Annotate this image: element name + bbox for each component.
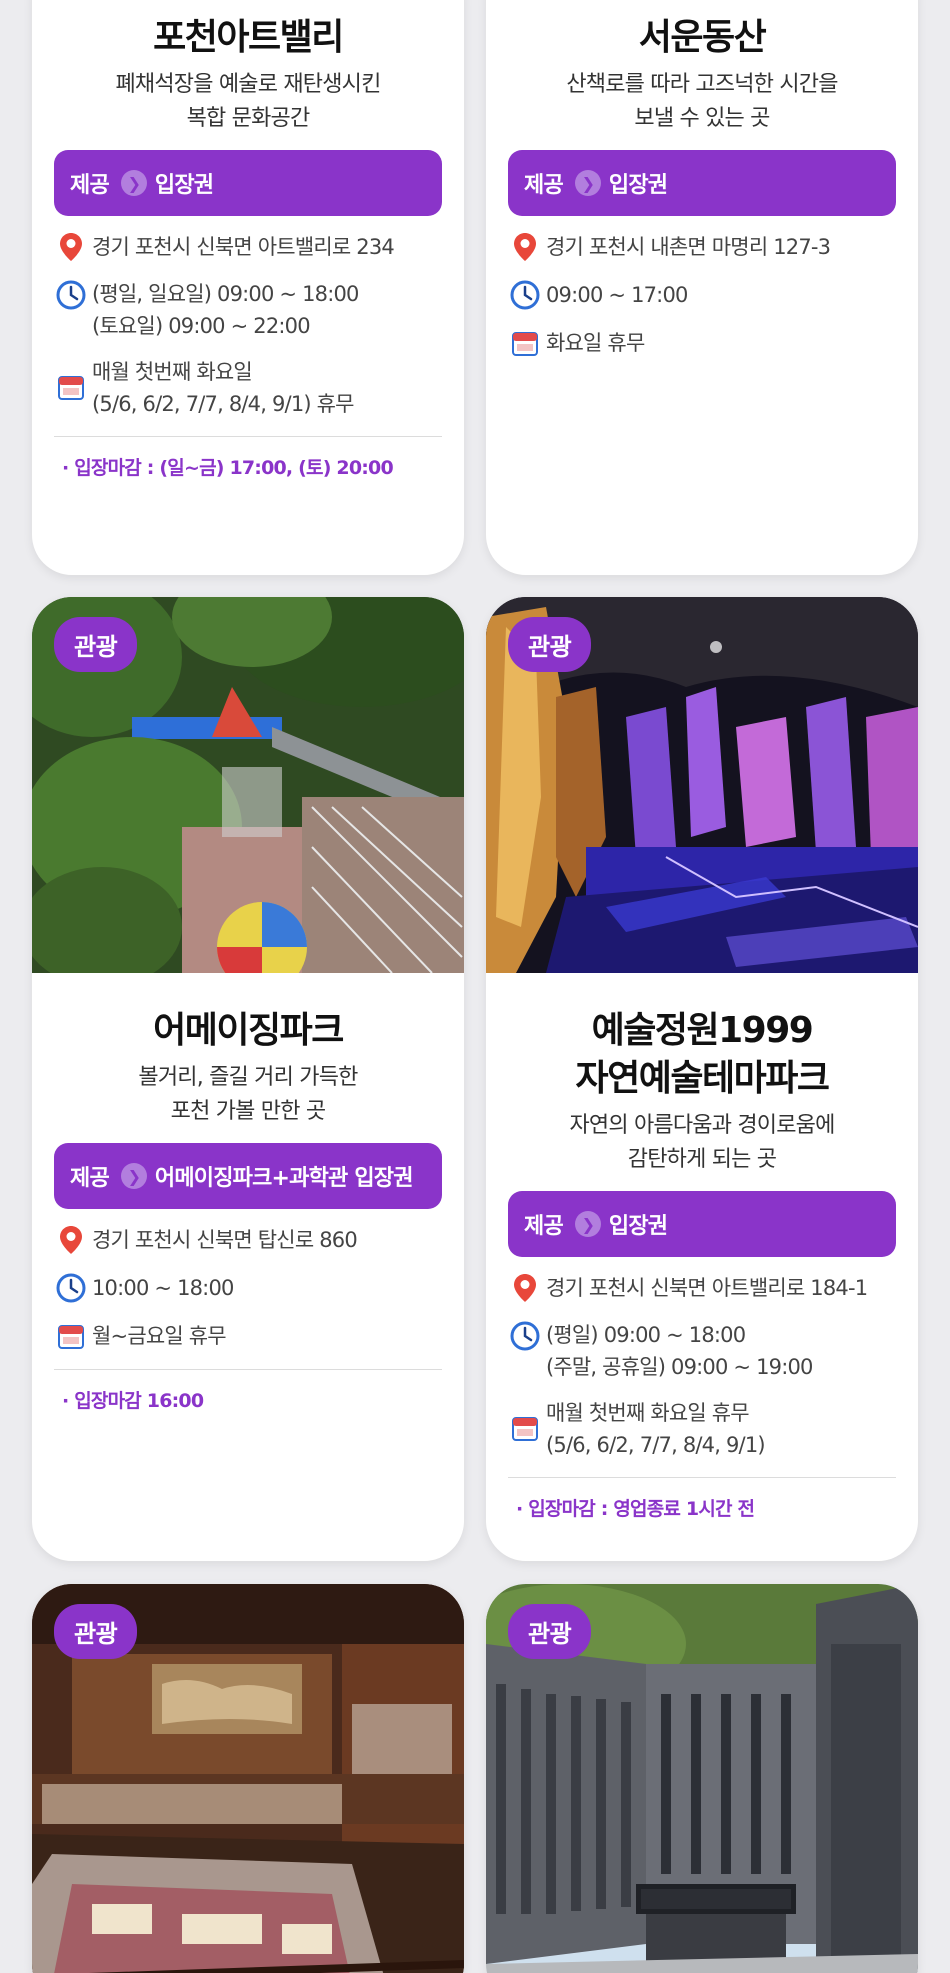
- calendar-icon: [508, 1411, 542, 1445]
- attraction-card-geopark-center[interactable]: 관광: [486, 1584, 918, 1973]
- hours-text: (평일, 일요일) 09:00 ~ 18:00 (토요일) 09:00 ~ 22…: [92, 282, 359, 338]
- closed-row: 월~금요일 휴무: [54, 1319, 442, 1353]
- hours-text: 09:00 ~ 17:00: [546, 283, 688, 307]
- closed-row: 매월 첫번째 화요일 (5/6, 6/2, 7/7, 8/4, 9/1) 휴무: [54, 356, 442, 420]
- offer-label: 제공: [70, 1166, 110, 1191]
- hours-row: 09:00 ~ 17:00: [508, 278, 896, 312]
- chevron-right-icon: ❯: [120, 1163, 147, 1189]
- attraction-card-seoun-park[interactable]: 서운동산 산책로를 따라 고즈넉한 시간을 보낼 수 있는 곳 제공 ❯ 입장권…: [486, 0, 918, 575]
- closed-text: 화요일 휴무: [546, 331, 645, 355]
- attraction-photo: 관광: [32, 597, 464, 973]
- offer-value: 입장권: [154, 173, 214, 198]
- card-description: 자연의 아름다움과 경이로움에 감탄하게 되는 곳: [569, 1113, 835, 1172]
- address-text: 경기 포천시 신북면 탑신로 860: [92, 1228, 358, 1252]
- location-pin-icon: [54, 230, 88, 264]
- clock-icon: [54, 278, 88, 312]
- offer-banner: 제공 ❯ 입장권: [508, 1191, 896, 1257]
- address-row: 경기 포천시 신북면 아트밸리로 234: [54, 230, 442, 264]
- divider: [508, 1477, 896, 1478]
- attraction-grid: 포천아트밸리 폐채석장을 예술로 재탄생시킨 복합 문화공간 제공 ❯ 입장권 …: [0, 0, 950, 1973]
- attraction-photo: 관광: [486, 1584, 918, 1973]
- hours-text: (평일) 09:00 ~ 18:00 (주말, 공휴일) 09:00 ~ 19:…: [546, 1323, 813, 1379]
- address-text: 경기 포천시 신북면 아트밸리로 234: [92, 235, 395, 259]
- attraction-card-museum[interactable]: 관광: [32, 1584, 464, 1973]
- card-title: 포천아트밸리: [153, 17, 344, 58]
- offer-banner: 제공 ❯ 입장권: [54, 150, 442, 216]
- address-text: 경기 포천시 신북면 아트밸리로 184-1: [546, 1276, 868, 1300]
- card-description: 산책로를 따라 고즈넉한 시간을 보낼 수 있는 곳: [566, 72, 838, 131]
- offer-label: 제공: [524, 173, 564, 198]
- offer-banner: 제공 ❯ 어메이징파크+과학관 입장권: [54, 1143, 442, 1209]
- card-title: 서운동산: [638, 17, 767, 58]
- closed-text: 매월 첫번째 화요일 휴무 (5/6, 6/2, 7/7, 8/4, 9/1): [546, 1401, 766, 1457]
- address-text: 경기 포천시 내촌면 마명리 127-3: [546, 235, 831, 259]
- offer-value: 입장권: [608, 1214, 668, 1239]
- hours-row: (평일) 09:00 ~ 18:00 (주말, 공휴일) 09:00 ~ 19:…: [508, 1319, 896, 1383]
- admission-deadline-note: · 입장마감 : 영업종료 1시간 전: [516, 1498, 755, 1520]
- location-pin-icon: [508, 230, 542, 264]
- category-badge: 관광: [54, 617, 138, 672]
- chevron-right-icon: ❯: [574, 1211, 601, 1237]
- closed-text: 월~금요일 휴무: [92, 1324, 227, 1348]
- offer-value: 어메이징파크+과학관 입장권: [154, 1166, 414, 1191]
- card-title: 어메이징파크: [153, 1010, 344, 1051]
- offer-label: 제공: [70, 173, 110, 198]
- hours-row: 10:00 ~ 18:00: [54, 1271, 442, 1305]
- attraction-card-pocheon-art-valley[interactable]: 포천아트밸리 폐채석장을 예술로 재탄생시킨 복합 문화공간 제공 ❯ 입장권 …: [32, 0, 464, 575]
- attraction-card-amazing-park[interactable]: 관광 어메이징파크 볼거리, 즐길 거리 가득한 포천 가볼 만한 곳 제공 ❯…: [32, 597, 464, 1561]
- chevron-right-icon: ❯: [120, 170, 147, 196]
- closed-row: 매월 첫번째 화요일 휴무 (5/6, 6/2, 7/7, 8/4, 9/1): [508, 1397, 896, 1461]
- divider: [54, 436, 442, 437]
- clock-icon: [508, 278, 542, 312]
- closed-row: 화요일 휴무: [508, 326, 896, 360]
- calendar-icon: [54, 1319, 88, 1353]
- address-row: 경기 포천시 신북면 탑신로 860: [54, 1223, 442, 1257]
- attraction-card-art-garden-1999[interactable]: 관광 예술정원1999 자연예술테마파크 자연의 아름다움과 경이로움에 감탄하…: [486, 597, 918, 1561]
- clock-icon: [508, 1319, 542, 1353]
- admission-deadline-note: · 입장마감 16:00: [62, 1390, 204, 1412]
- clock-icon: [54, 1271, 88, 1305]
- address-row: 경기 포천시 내촌면 마명리 127-3: [508, 230, 896, 264]
- calendar-icon: [54, 370, 88, 404]
- admission-deadline-note: · 입장마감 : (일~금) 17:00, (토) 20:00: [62, 457, 394, 479]
- offer-banner: 제공 ❯ 입장권: [508, 150, 896, 216]
- attraction-photo: 관광: [486, 597, 918, 973]
- category-badge: 관광: [508, 1604, 592, 1659]
- offer-label: 제공: [524, 1214, 564, 1239]
- chevron-right-icon: ❯: [574, 170, 601, 196]
- location-pin-icon: [508, 1271, 542, 1305]
- card-title: 예술정원1999 자연예술테마파크: [575, 1010, 830, 1099]
- hours-text: 10:00 ~ 18:00: [92, 1276, 234, 1300]
- divider: [54, 1369, 442, 1370]
- closed-text: 매월 첫번째 화요일 (5/6, 6/2, 7/7, 8/4, 9/1) 휴무: [92, 360, 355, 416]
- attraction-photo: 관광: [32, 1584, 464, 1973]
- calendar-icon: [508, 326, 542, 360]
- offer-value: 입장권: [608, 173, 668, 198]
- card-description: 폐채석장을 예술로 재탄생시킨 복합 문화공간: [115, 72, 381, 131]
- address-row: 경기 포천시 신북면 아트밸리로 184-1: [508, 1271, 896, 1305]
- category-badge: 관광: [508, 617, 592, 672]
- location-pin-icon: [54, 1223, 88, 1257]
- hours-row: (평일, 일요일) 09:00 ~ 18:00 (토요일) 09:00 ~ 22…: [54, 278, 442, 342]
- card-description: 볼거리, 즐길 거리 가득한 포천 가볼 만한 곳: [138, 1065, 358, 1124]
- category-badge: 관광: [54, 1604, 138, 1659]
